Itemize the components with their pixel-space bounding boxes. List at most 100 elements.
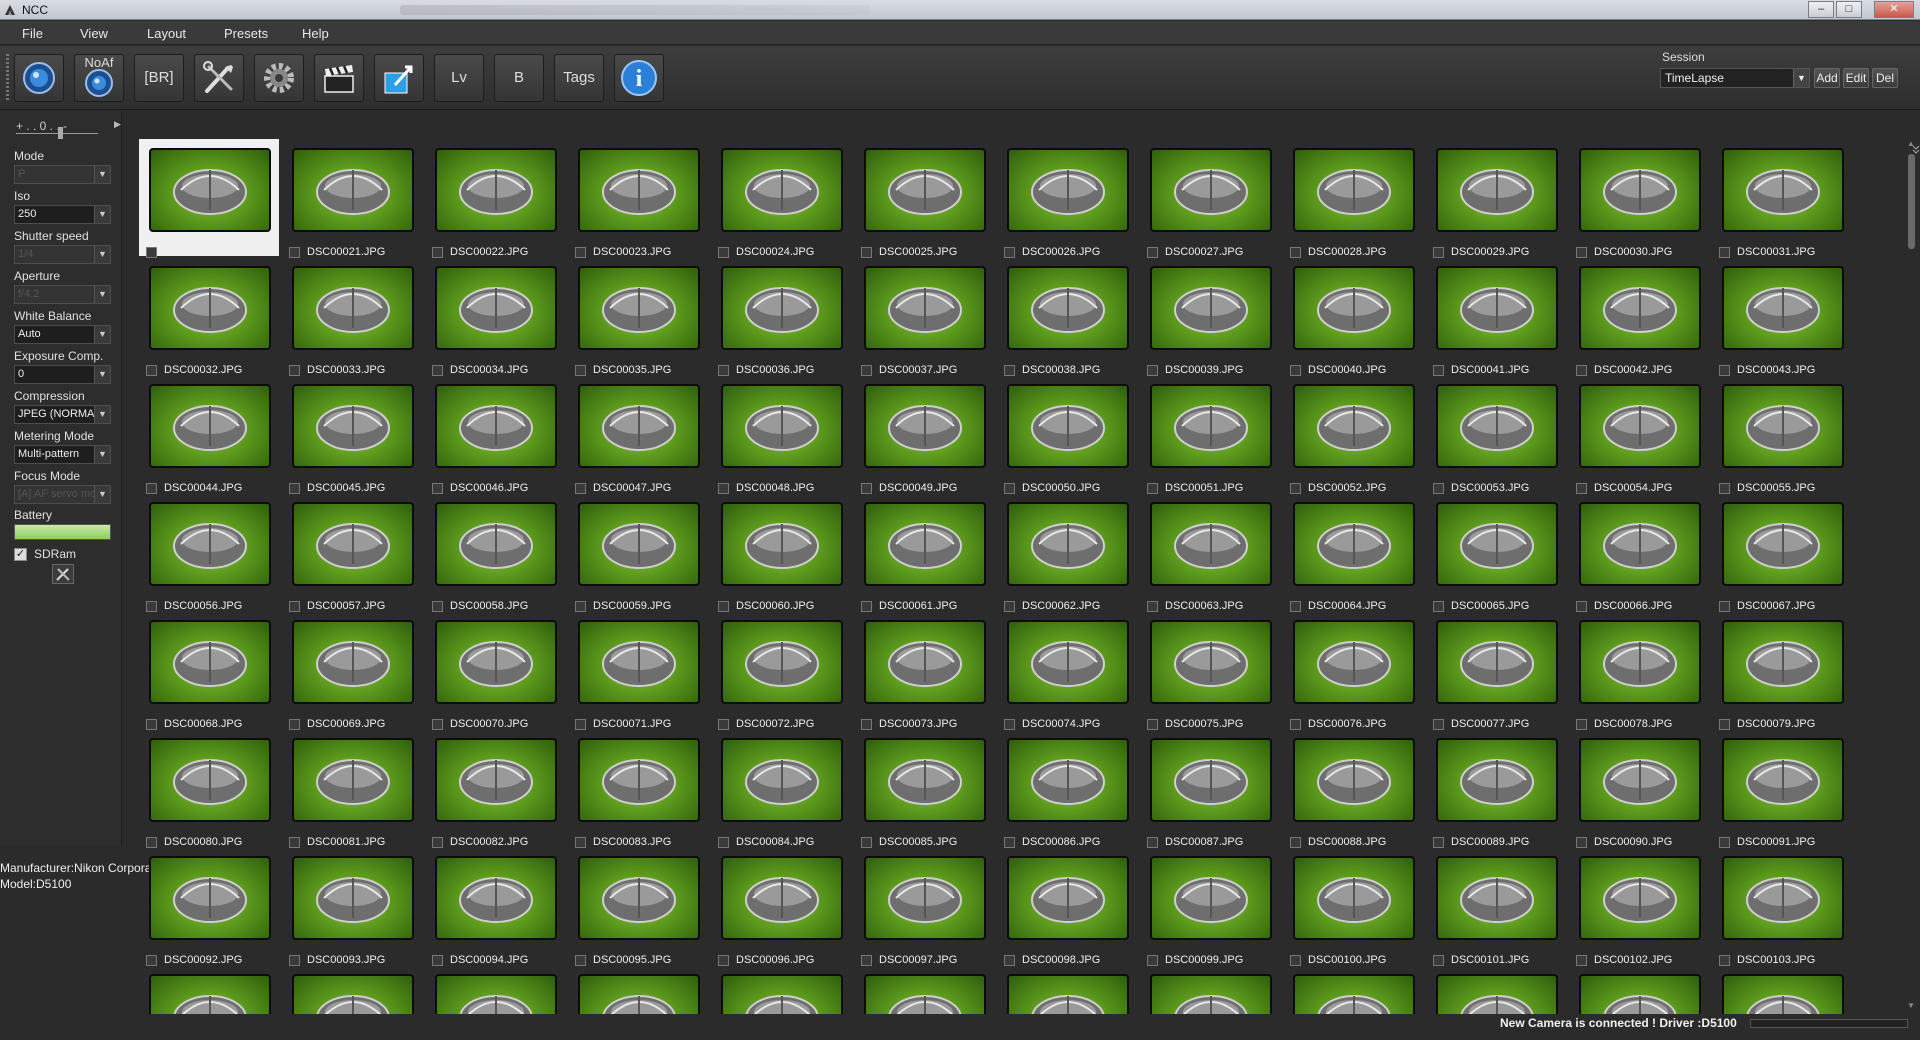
session-edit-button[interactable]: Edit [1843,68,1869,88]
thumbnail-item[interactable]: DSC00085.JPG [861,738,1003,856]
thumbnail-image[interactable] [1436,266,1558,350]
thumbnail-image[interactable] [578,266,700,350]
thumbnail-checkbox[interactable] [146,837,157,848]
thumbnail-item[interactable]: DSC00089.JPG [1433,738,1575,856]
maximize-button[interactable]: □ [1836,1,1862,18]
thumbnail-image[interactable] [864,148,986,232]
thumbnail-checkbox[interactable] [575,483,586,494]
thumbnail-item[interactable]: DSC00073.JPG [861,620,1003,738]
thumbnail-checkbox[interactable] [575,365,586,376]
thumbnail-checkbox[interactable] [1147,365,1158,376]
thumbnail-item[interactable]: DSC00043.JPG [1719,266,1861,384]
tools-button[interactable] [194,54,244,102]
session-add-button[interactable]: Add [1814,68,1840,88]
thumbnail-checkbox[interactable] [146,247,157,258]
thumbnail-item[interactable]: DSC00062.JPG [1004,502,1146,620]
thumbnail-image[interactable] [721,148,843,232]
session-select[interactable]: TimeLapse ▼ [1660,68,1810,88]
thumbnail-checkbox[interactable] [575,955,586,966]
thumbnail-checkbox[interactable] [432,837,443,848]
thumbnail-item[interactable]: DSC00066.JPG [1576,502,1718,620]
thumbnail-image[interactable] [1436,384,1558,468]
sdram-checkbox[interactable]: ✓ [14,548,27,561]
thumbnail-item[interactable]: DSC00063.JPG [1147,502,1289,620]
thumbnail-image[interactable] [1722,856,1844,940]
thumbnail-image[interactable] [1293,266,1415,350]
menu-layout[interactable]: Layout [147,26,186,41]
thumbnail-checkbox[interactable] [575,247,586,258]
thumbnail-checkbox[interactable] [146,955,157,966]
thumbnail-item[interactable] [1006,974,1146,1014]
thumbnail-image[interactable] [1293,384,1415,468]
thumbnail-image[interactable] [721,974,843,1014]
thumbnail-checkbox[interactable] [1147,719,1158,730]
thumbnail-checkbox[interactable] [861,483,872,494]
thumbnail-item[interactable]: DSC00092.JPG [146,856,288,974]
white-balance-select[interactable]: Auto ▼ [14,325,111,344]
thumbnail-image[interactable] [864,738,986,822]
thumbnail-checkbox[interactable] [1433,365,1444,376]
thumbnail-image[interactable] [149,620,271,704]
thumbnail-item[interactable]: DSC00067.JPG [1719,502,1861,620]
thumbnail-checkbox[interactable] [1290,483,1301,494]
thumbnail-image[interactable] [1579,502,1701,586]
thumbnail-image[interactable] [1579,620,1701,704]
zoom-slider-handle[interactable] [58,127,63,139]
thumbnail-item[interactable]: DSC00021.JPG [289,148,431,266]
thumbnail-checkbox[interactable] [861,365,872,376]
thumbnail-checkbox[interactable] [289,719,300,730]
thumbnail-image[interactable] [864,502,986,586]
thumbnail-item[interactable]: DSC00032.JPG [146,266,288,384]
thumbnail-item[interactable]: DSC00035.JPG [575,266,717,384]
thumbnail-image[interactable] [1293,620,1415,704]
thumbnail-item[interactable]: DSC00102.JPG [1576,856,1718,974]
thumbnail-checkbox[interactable] [1719,719,1730,730]
thumbnail-item[interactable]: DSC00068.JPG [146,620,288,738]
thumbnail-item[interactable]: DSC00069.JPG [289,620,431,738]
thumbnail-item[interactable]: DSC00036.JPG [718,266,860,384]
thumbnail-item[interactable]: DSC00070.JPG [432,620,574,738]
thumbnail-item[interactable]: DSC00099.JPG [1147,856,1289,974]
thumbnail-image[interactable] [1579,148,1701,232]
thumbnail-image[interactable] [1150,148,1272,232]
thumbnail-checkbox[interactable] [146,601,157,612]
zoom-slider[interactable]: + . . 0 . . - ▶ [16,119,121,141]
thumbnail-item[interactable]: DSC00037.JPG [861,266,1003,384]
thumbnail-checkbox[interactable] [1004,365,1015,376]
thumbnail-image[interactable] [1007,148,1129,232]
thumbnail-item[interactable] [1435,974,1575,1014]
thumbnail-item[interactable]: DSC00079.JPG [1719,620,1861,738]
thumbnail-image[interactable] [721,502,843,586]
thumbnail-item[interactable]: DSC00056.JPG [146,502,288,620]
sdram-tools-button[interactable] [52,564,74,584]
shutter-speed-select[interactable]: 1/4 ▼ [14,245,111,264]
thumbnail-item[interactable]: DSC00049.JPG [861,384,1003,502]
thumbnail-image[interactable] [149,266,271,350]
thumbnail-checkbox[interactable] [1004,601,1015,612]
thumbnail-checkbox[interactable] [1576,601,1587,612]
thumbnail-image[interactable] [292,738,414,822]
thumbnail-image[interactable] [578,856,700,940]
thumbnail-image[interactable] [149,384,271,468]
thumbnail-checkbox[interactable] [1576,247,1587,258]
thumbnail-item[interactable] [1292,974,1432,1014]
thumbnail-image[interactable] [1722,502,1844,586]
thumbnail-checkbox[interactable] [432,601,443,612]
thumbnail-checkbox[interactable] [1290,601,1301,612]
thumbnail-image[interactable] [435,384,557,468]
thumbnail-item[interactable]: DSC00091.JPG [1719,738,1861,856]
thumbnail-checkbox[interactable] [146,483,157,494]
thumbnail-item[interactable]: DSC00065.JPG [1433,502,1575,620]
focus-mode-select[interactable]: [A] AF servo mode ▼ [14,485,111,504]
thumbnail-checkbox[interactable] [718,247,729,258]
thumbnail-image[interactable] [864,856,986,940]
thumbnail-item[interactable]: DSC00058.JPG [432,502,574,620]
scroll-down-icon[interactable]: ▼ [1907,1001,1915,1010]
toolbar-grip[interactable] [6,54,9,100]
thumbnail-image[interactable] [149,502,271,586]
thumbnail-item[interactable]: DSC00046.JPG [432,384,574,502]
thumbnail-checkbox[interactable] [718,955,729,966]
thumbnail-checkbox[interactable] [718,837,729,848]
thumbnail-image[interactable] [292,266,414,350]
thumbnail-item[interactable]: DSC00027.JPG [1147,148,1289,266]
